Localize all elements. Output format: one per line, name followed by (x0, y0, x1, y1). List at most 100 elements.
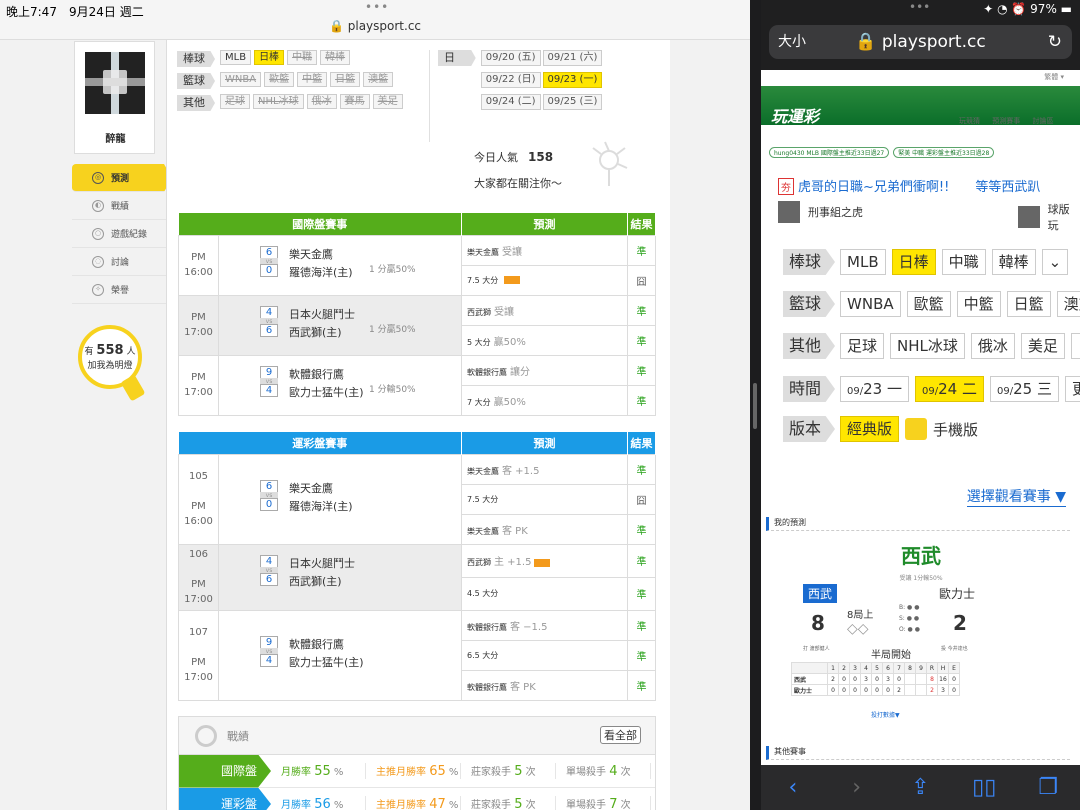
date-chip[interactable]: 09/23 一 (840, 376, 909, 402)
filter-chip[interactable]: NHL冰球 (253, 94, 304, 109)
filter-chip[interactable]: 足球 (220, 94, 250, 109)
inning: 8局上 ◇◇ (847, 610, 874, 637)
away-team[interactable]: 軟體銀行鷹 (289, 366, 344, 382)
filter-chip[interactable]: 俄冰 (306, 94, 337, 109)
multitask-dots[interactable]: ••• (365, 0, 389, 14)
expand-icon[interactable]: ⌄ (1070, 333, 1080, 359)
filter-chip[interactable]: 歐籃 (264, 72, 295, 87)
filter-chip[interactable]: 日棒 (254, 50, 285, 65)
ampm: PM (191, 252, 206, 263)
menu-item[interactable]: ◌ 討論 (72, 248, 166, 276)
language-select[interactable]: 繁體 ▾ (1044, 72, 1064, 82)
main-pick-badge (534, 558, 551, 567)
stat-label: 單場殺手 (566, 767, 606, 778)
news-author[interactable]: 刑事組之虎 (778, 201, 863, 223)
menu-item[interactable]: ○ 遊戲紀錄 (72, 220, 166, 248)
forward-icon[interactable]: › (842, 775, 872, 800)
home-team[interactable]: 歐力士猛牛(主) (289, 654, 364, 670)
menu-item[interactable]: ◐ 戰績 (72, 192, 166, 220)
date-chip[interactable]: 09/24 二 (915, 376, 984, 402)
multitask-dots-right[interactable]: ••• (909, 0, 930, 14)
away-team[interactable]: 軟體銀行鷹 (289, 636, 344, 652)
menu-item[interactable]: ◎ 預測 (72, 164, 172, 192)
r-filter-chip[interactable]: 美足 (1020, 333, 1065, 359)
split-handle[interactable] (753, 383, 757, 429)
address-bar[interactable]: 大小 🔒 playsport.cc ↻ (769, 25, 1072, 59)
site-logo[interactable]: 玩運彩 (771, 103, 819, 127)
lamp-tail: 加我為明燈 (87, 361, 133, 371)
box-cell (904, 673, 916, 685)
date-chip[interactable]: 09/20 (五) (480, 50, 541, 66)
filter-chip[interactable]: 韓棒 (320, 50, 351, 65)
mobile-version-button[interactable]: 手機版 (933, 419, 978, 440)
home-team[interactable]: 羅德海洋(主) (289, 498, 353, 514)
filter-chip[interactable]: 賽馬 (339, 94, 370, 109)
more-dates-button[interactable]: 更多 (1064, 376, 1080, 402)
news-link[interactable]: 等等西武趴 (975, 180, 1040, 195)
filter-chip[interactable]: 中職 (287, 50, 318, 65)
date-chip[interactable]: 09/25 三 (989, 376, 1059, 402)
r-filter-chip[interactable]: 韓棒 (991, 249, 1036, 275)
game-time: 107 PM 17:00 (178, 609, 219, 701)
news-author[interactable]: 球版玩 (1018, 201, 1080, 233)
date-chip[interactable]: 09/22 (日) (480, 72, 541, 88)
r-filter-chip[interactable]: WNBA (840, 291, 901, 317)
r-filter-chip[interactable]: 中籃 (956, 291, 1001, 317)
pick-name: 7.5 大分 (467, 494, 499, 504)
r-filter-chip[interactable]: MLB (840, 249, 886, 275)
away-team[interactable]: 日本火腿鬥士 (289, 306, 355, 322)
date-chip[interactable]: 09/21 (六) (542, 50, 603, 66)
r-filter-chip[interactable]: 日籃 (1006, 291, 1051, 317)
r-filter-chip[interactable]: 澳籃 (1056, 291, 1080, 317)
r-filter-chip[interactable]: NHL冰球 (890, 333, 965, 359)
back-icon[interactable]: ‹ (778, 775, 808, 800)
table-title: 國際盤賽事 (178, 213, 462, 235)
box-cell: 0 (827, 684, 839, 696)
news-link[interactable]: 虎哥的日職~兄弟們衝啊!! (798, 180, 949, 195)
filter-chip[interactable]: 中籃 (297, 72, 328, 87)
r-filter-chip[interactable]: 日棒 (891, 249, 936, 275)
time: 16:00 (184, 516, 213, 527)
lamp-pre: 有 (84, 347, 94, 357)
filter-chip[interactable]: 美足 (372, 94, 403, 109)
away-team[interactable]: 樂天金鷹 (289, 246, 333, 262)
home-team[interactable]: 歐力士猛牛(主) (289, 384, 364, 400)
avatar[interactable] (85, 52, 145, 114)
ticker-item[interactable]: 緊美 中職 運彩盤主推近33日過28 (893, 147, 995, 158)
home-team[interactable]: 西武獅(主) (289, 324, 342, 340)
filter-chip[interactable]: 澳籃 (363, 72, 394, 87)
date-chip[interactable]: 09/24 (二) (480, 94, 541, 110)
date-chip[interactable]: 09/25 (三) (542, 94, 603, 110)
ticker-item[interactable]: hung0430 MLB 國際盤主推近33日過27 (769, 147, 890, 158)
view-all-button[interactable]: 看全部 (600, 726, 641, 744)
filter-chip[interactable]: WNBA (220, 72, 262, 87)
home-team[interactable]: 西武獅(主) (289, 573, 342, 589)
time: 17:00 (184, 327, 213, 338)
reload-icon[interactable]: ↻ (1048, 25, 1062, 59)
away-team[interactable]: 樂天金鷹 (289, 480, 333, 496)
pick-detail: 贏50% (493, 396, 526, 408)
menu-item[interactable]: ✧ 榮譽 (72, 276, 166, 304)
lamp-badge[interactable]: 有 558 人 加我為明燈 (78, 325, 146, 402)
share-icon[interactable]: ⇪ (905, 775, 935, 800)
r-filter-chip[interactable]: 中職 (941, 249, 986, 275)
stat-label: 主推月勝率 (376, 800, 426, 810)
filter-chip[interactable]: MLB (220, 50, 252, 65)
expand-icon[interactable]: ⌄ (1041, 249, 1069, 275)
stat-label: 月勝率 (281, 800, 311, 810)
classic-version-button[interactable]: 經典版 (840, 416, 900, 442)
url-label[interactable]: 🔒 playsport.cc (0, 19, 750, 33)
date-chip[interactable]: 09/23 (一) (542, 72, 603, 88)
filter-label: 籃球 (177, 73, 215, 89)
r-filter-chip[interactable]: 俄冰 (970, 333, 1015, 359)
choose-game-link[interactable]: 選擇觀看賽事 ▼ (966, 486, 1066, 507)
filter-chip[interactable]: 日籃 (330, 72, 361, 87)
r-filter-chip[interactable]: 歐籃 (906, 291, 951, 317)
tabs-icon[interactable]: ❐ (1033, 775, 1063, 800)
r-filter-chip[interactable]: 足球 (840, 333, 885, 359)
site-nav[interactable]: 玩競猜 預測賽事 討論區 (959, 116, 1053, 126)
bookmarks-icon[interactable]: ▯▯ (969, 775, 999, 800)
home-team[interactable]: 羅德海洋(主) (289, 264, 353, 280)
away-team[interactable]: 日本火腿鬥士 (289, 555, 355, 571)
stats-link[interactable]: 投打數據▼ (871, 710, 900, 719)
